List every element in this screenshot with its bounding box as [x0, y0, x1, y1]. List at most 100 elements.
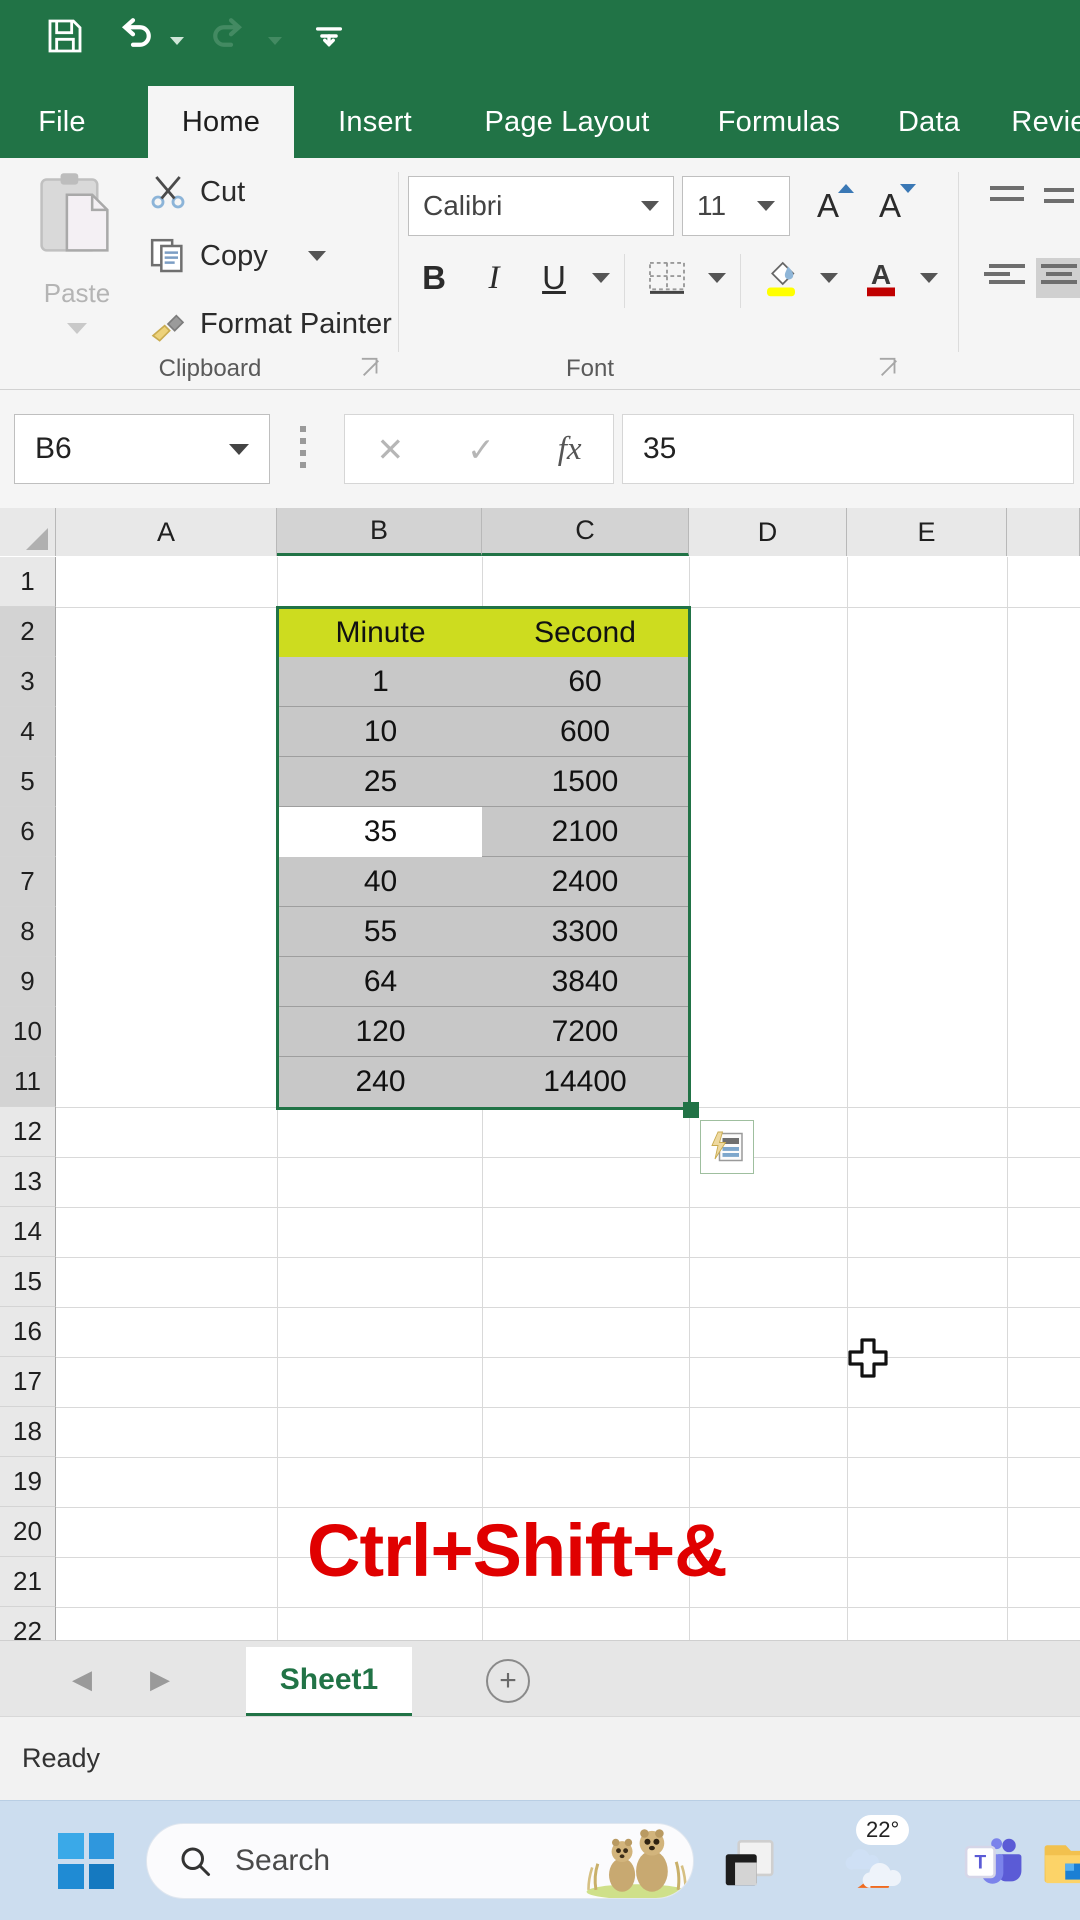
teams-icon[interactable]: T	[962, 1831, 1024, 1893]
font-color-button[interactable]: A	[852, 246, 910, 308]
row-header-11[interactable]: 11	[0, 1057, 56, 1107]
row-header-8[interactable]: 8	[0, 907, 56, 957]
font-size-select[interactable]: 11	[682, 176, 790, 236]
row-header-5[interactable]: 5	[0, 757, 56, 807]
row-header-4[interactable]: 4	[0, 707, 56, 757]
copy-button[interactable]: Copy	[148, 236, 326, 276]
format-painter-button[interactable]: Format Painter	[148, 304, 392, 344]
quick-analysis-button[interactable]	[700, 1120, 754, 1174]
formula-input[interactable]: 35	[622, 414, 1074, 484]
select-all-button[interactable]	[0, 508, 56, 556]
row-header-22[interactable]: 22	[0, 1607, 56, 1640]
row-header-19[interactable]: 19	[0, 1457, 56, 1507]
cell-c5[interactable]: 1500	[482, 757, 688, 807]
file-explorer-icon[interactable]	[1042, 1831, 1080, 1893]
name-box-dropdown-icon[interactable]	[229, 443, 249, 455]
row-header-14[interactable]: 14	[0, 1207, 56, 1257]
paste-button[interactable]: Paste	[20, 168, 134, 358]
row-header-15[interactable]: 15	[0, 1257, 56, 1307]
fill-color-dropdown-icon[interactable]	[814, 250, 844, 306]
tab-review[interactable]: Revie	[994, 86, 1080, 158]
cell-b6[interactable]: 35	[279, 807, 482, 857]
taskbar-search-box[interactable]: Search	[146, 1823, 694, 1899]
cell-b4[interactable]: 10	[279, 707, 482, 757]
clipboard-dialog-launcher[interactable]	[360, 357, 382, 379]
row-header-9[interactable]: 9	[0, 957, 56, 1007]
column-header-b[interactable]: B	[277, 508, 482, 556]
previous-sheet-button[interactable]: ◀	[62, 1659, 102, 1699]
cell-c11[interactable]: 14400	[482, 1057, 688, 1107]
customize-quick-access-icon[interactable]	[308, 14, 350, 58]
top-align-button[interactable]	[984, 178, 1030, 218]
sheet-tab-sheet1[interactable]: Sheet1	[246, 1647, 412, 1717]
add-sheet-button[interactable]: +	[486, 1659, 530, 1703]
column-header-d[interactable]: D	[689, 508, 847, 556]
cell-c2[interactable]: Second	[482, 609, 688, 657]
cell-c6[interactable]: 2100	[482, 807, 688, 857]
weather-icon[interactable]: 22°	[842, 1815, 910, 1893]
borders-button[interactable]	[638, 250, 696, 306]
undo-icon[interactable]	[112, 14, 154, 58]
fill-color-button[interactable]	[752, 246, 810, 308]
cell-c8[interactable]: 3300	[482, 907, 688, 957]
row-header-2[interactable]: 2	[0, 607, 56, 657]
column-header-e[interactable]: E	[847, 508, 1007, 556]
font-dialog-launcher[interactable]	[878, 357, 900, 379]
insert-function-icon[interactable]: fx	[558, 431, 582, 468]
cell-b8[interactable]: 55	[279, 907, 482, 957]
paste-dropdown-icon[interactable]	[67, 323, 87, 334]
cell-b11[interactable]: 240	[279, 1057, 482, 1107]
row-header-7[interactable]: 7	[0, 857, 56, 907]
italic-button[interactable]: I	[468, 250, 520, 306]
font-size-dropdown-icon[interactable]	[757, 201, 775, 211]
cell-b9[interactable]: 64	[279, 957, 482, 1007]
cell-b10[interactable]: 120	[279, 1007, 482, 1057]
row-header-21[interactable]: 21	[0, 1557, 56, 1607]
redo-dropdown-icon[interactable]	[268, 37, 282, 45]
tab-data[interactable]: Data	[874, 86, 984, 158]
tab-insert[interactable]: Insert	[310, 86, 440, 158]
row-header-12[interactable]: 12	[0, 1107, 56, 1157]
copy-dropdown-icon[interactable]	[307, 251, 326, 261]
row-header-17[interactable]: 17	[0, 1357, 56, 1407]
cell-c7[interactable]: 2400	[482, 857, 688, 907]
next-sheet-button[interactable]: ▶	[140, 1659, 180, 1699]
fill-handle[interactable]	[683, 1102, 699, 1118]
column-header-a[interactable]: A	[56, 508, 277, 556]
undo-dropdown-icon[interactable]	[170, 37, 184, 45]
cell-c3[interactable]: 60	[482, 657, 688, 707]
cell-b7[interactable]: 40	[279, 857, 482, 907]
font-family-select[interactable]: Calibri	[408, 176, 674, 236]
cell-c10[interactable]: 7200	[482, 1007, 688, 1057]
cell-b5[interactable]: 25	[279, 757, 482, 807]
borders-dropdown-icon[interactable]	[702, 250, 732, 306]
save-icon[interactable]	[44, 14, 86, 58]
bold-button[interactable]: B	[408, 250, 460, 306]
column-header-c[interactable]: C	[482, 508, 689, 556]
grow-font-button[interactable]: A	[800, 176, 856, 236]
font-color-dropdown-icon[interactable]	[914, 250, 944, 306]
cell-b2[interactable]: Minute	[279, 609, 482, 657]
row-header-13[interactable]: 13	[0, 1157, 56, 1207]
row-header-20[interactable]: 20	[0, 1507, 56, 1557]
cut-button[interactable]: Cut	[148, 172, 245, 212]
tab-home[interactable]: Home	[148, 86, 294, 158]
row-header-16[interactable]: 16	[0, 1307, 56, 1357]
tab-file[interactable]: File	[12, 86, 112, 158]
cell-c9[interactable]: 3840	[482, 957, 688, 1007]
font-family-dropdown-icon[interactable]	[641, 201, 659, 211]
align-left-button[interactable]	[984, 258, 1030, 298]
redo-icon[interactable]	[210, 14, 252, 58]
name-box[interactable]: B6	[14, 414, 270, 484]
row-header-10[interactable]: 10	[0, 1007, 56, 1057]
underline-dropdown-icon[interactable]	[586, 250, 616, 306]
cell-c4[interactable]: 600	[482, 707, 688, 757]
center-align-button[interactable]	[1036, 258, 1080, 298]
row-header-1[interactable]: 1	[0, 557, 56, 607]
tab-page-layout[interactable]: Page Layout	[452, 86, 682, 158]
row-header-18[interactable]: 18	[0, 1407, 56, 1457]
underline-button[interactable]: U	[528, 250, 580, 306]
task-view-icon[interactable]	[718, 1831, 780, 1893]
enter-formula-button[interactable]: ✓	[467, 430, 495, 469]
cancel-formula-button[interactable]: ✕	[376, 430, 404, 469]
